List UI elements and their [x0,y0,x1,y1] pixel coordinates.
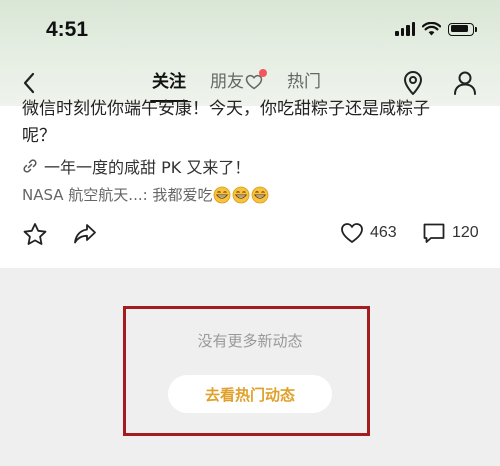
back-button[interactable] [14,68,44,98]
cellular-signal-icon [395,22,415,36]
like-count: 463 [370,224,397,241]
user-icon [454,71,476,95]
grin-emoji-icon [252,186,269,203]
status-icons [395,22,477,36]
comment-bubble-icon [423,223,445,243]
comment-preview-text: NASA 航空航天...: 我都爱吃 [22,186,213,204]
tab-friends-label: 朋友 [210,72,244,92]
topic-text: 一年一度的咸甜 PK 又来了！ [44,158,251,177]
post-text-end: 呢？ [22,126,56,146]
chevron-left-icon [23,72,35,94]
highlight-annotation-box [123,306,370,436]
grin-emoji-icon [233,186,250,203]
favorite-button[interactable] [22,222,48,247]
nav-right-actions [398,68,480,98]
post-text-partial: 微信时刻优你端午安康！今天，你吃甜粽子还是咸粽子 [22,99,430,119]
status-time: 4:51 [46,18,89,41]
post-actions: 463 120 [0,218,500,254]
location-pin-icon [404,71,422,95]
wifi-icon [422,22,441,36]
notification-dot [259,69,267,77]
share-button[interactable] [72,222,98,246]
heart-outline-icon [341,223,363,243]
tab-following-label: 关注 [152,72,186,92]
like-button[interactable]: 463 [340,222,397,244]
share-arrow-icon [74,224,96,244]
link-icon [23,159,37,173]
profile-button[interactable] [450,68,480,98]
topic-link[interactable]: 一年一度的咸甜 PK 又来了！ [22,154,250,178]
status-bar: 4:51 [0,0,500,60]
tab-hot-label: 热门 [287,72,321,92]
battery-icon [448,22,477,36]
location-button[interactable] [398,68,428,98]
post-card[interactable]: 微信时刻优你端午安康！今天，你吃甜粽子还是咸粽子 呢？ 一年一度的咸甜 PK 又… [0,99,500,268]
star-outline-icon [23,223,47,245]
comment-preview[interactable]: NASA 航空航天...: 我都爱吃 [22,184,269,205]
grin-emoji-icon [214,186,231,203]
comment-count: 120 [452,224,479,241]
comment-button[interactable]: 120 [422,222,479,244]
